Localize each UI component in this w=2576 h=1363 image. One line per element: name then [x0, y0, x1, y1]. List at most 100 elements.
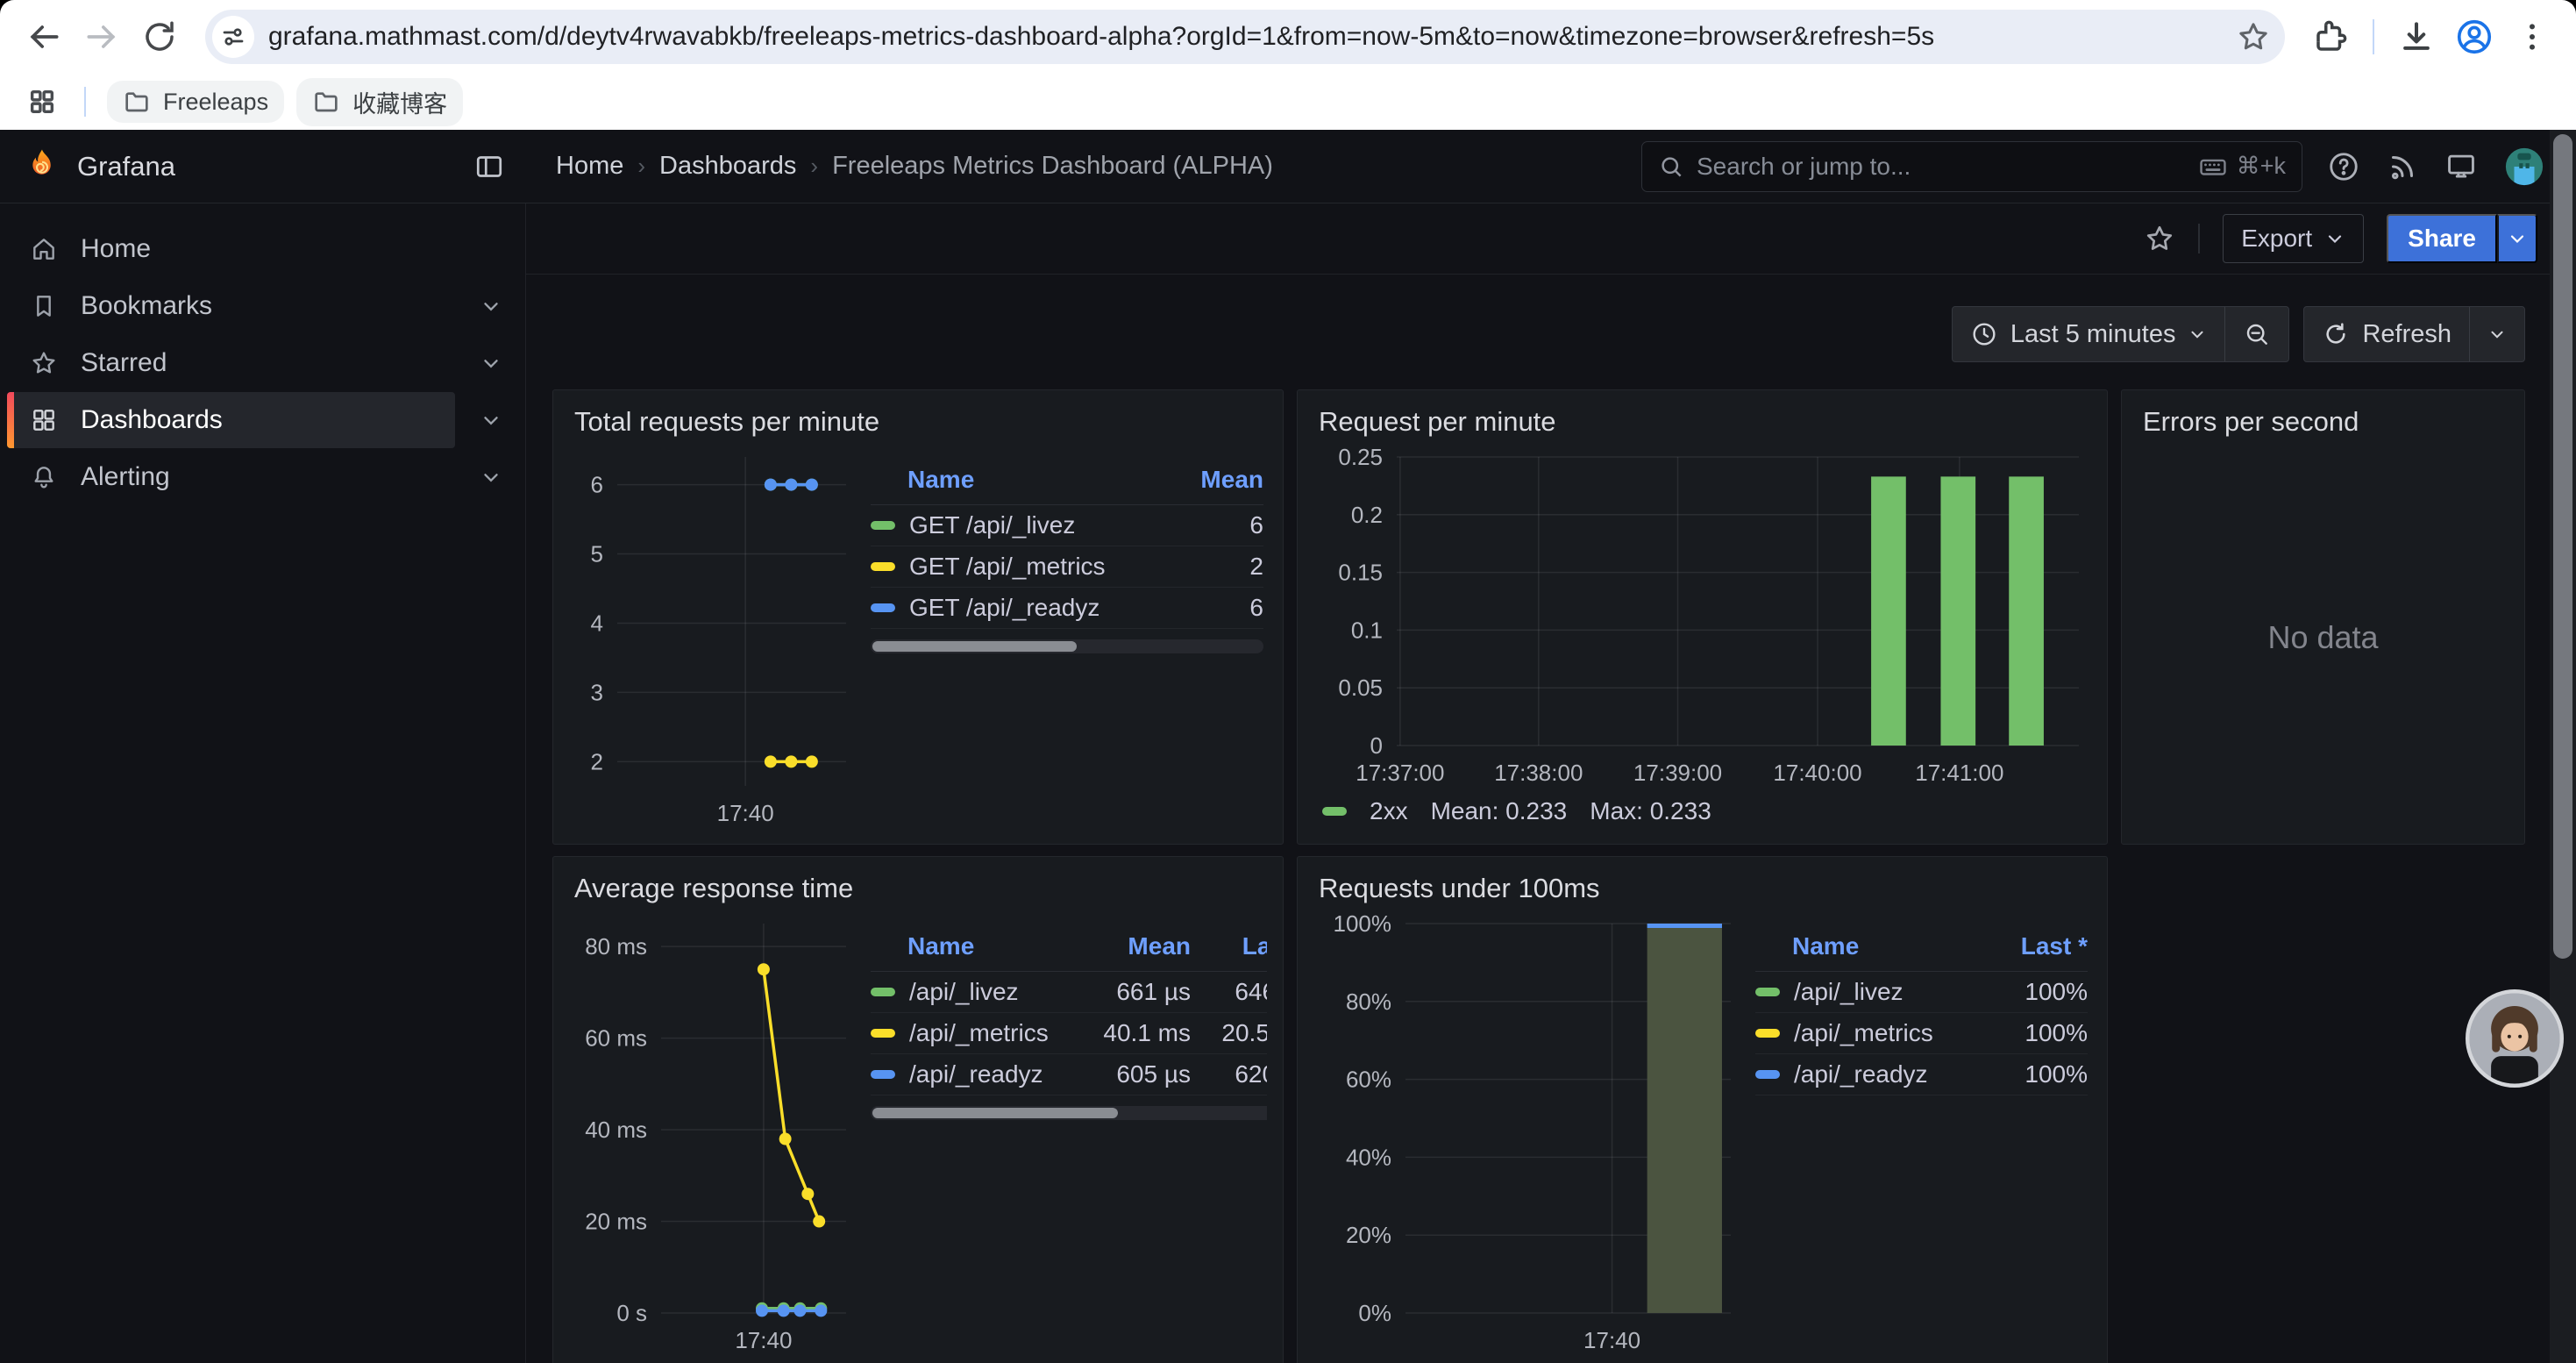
panel-errors-per-second[interactable]: Errors per second No data — [2121, 389, 2525, 845]
sidebar-item-bookmarks[interactable]: Bookmarks — [0, 278, 525, 334]
clock-icon — [1970, 320, 1998, 348]
breadcrumb-current: Freeleaps Metrics Dashboard (ALPHA) — [832, 152, 1273, 181]
apps-grid-icon[interactable] — [21, 81, 63, 123]
url-input[interactable] — [268, 22, 2236, 52]
legend-header-last[interactable]: Last * — [1991, 932, 2088, 960]
sidebar-item-starred[interactable]: Starred — [0, 335, 525, 391]
legend-row[interactable]: GET /api/_metrics 2 — [871, 546, 1263, 588]
time-range-picker[interactable]: Last 5 minutes — [1953, 307, 2225, 361]
legend-row[interactable]: GET /api/_readyz 6 — [871, 588, 1263, 629]
chevron-down-icon — [2487, 325, 2507, 344]
refresh-interval-button[interactable] — [2469, 307, 2524, 361]
sidebar-item-alerting[interactable]: Alerting — [0, 449, 525, 505]
keyboard-icon — [2198, 152, 2228, 182]
panel-title[interactable]: Total requests per minute — [574, 406, 1267, 438]
average-response-time-chart[interactable]: 80 ms60 ms40 ms20 ms0 s17:40 — [569, 910, 858, 1359]
browser-menu-icon[interactable] — [2508, 12, 2557, 61]
extensions-icon[interactable] — [2306, 12, 2355, 61]
legend-row[interactable]: /api/_readyz 100% — [1755, 1054, 2088, 1095]
legend-header-last[interactable]: Last * — [1191, 932, 1267, 960]
share-menu-button[interactable] — [2497, 214, 2537, 263]
news-rss-icon[interactable] — [2387, 151, 2418, 182]
legend-row[interactable]: /api/_livez 100% — [1755, 972, 2088, 1013]
legend-hscrollbar[interactable] — [871, 639, 1263, 653]
bookmark-folder-freeleaps[interactable]: Freeleaps — [107, 81, 284, 123]
profile-icon[interactable] — [2450, 12, 2499, 61]
panel-total-requests[interactable]: Total requests per minute 6543217:40 Nam… — [552, 389, 1284, 845]
legend-row[interactable]: /api/_livez 661 µs 646 µs — [871, 972, 1267, 1013]
dashboard-canvas: Last 5 minutes Refresh — [526, 275, 2576, 1363]
scrollbar-thumb[interactable] — [2553, 134, 2572, 959]
panel-title[interactable]: Average response time — [574, 873, 1267, 904]
bookmark-folder-blogs[interactable]: 收藏博客 — [296, 78, 463, 126]
legend-header-mean[interactable]: Mean — [1072, 932, 1191, 960]
chevron-down-icon[interactable] — [480, 295, 502, 318]
panel-requests-under-100ms[interactable]: Requests under 100ms 100%80%60%40%20%0%1… — [1297, 856, 2108, 1363]
total-requests-chart[interactable]: 6543217:40 — [569, 443, 858, 831]
search-input[interactable] — [1697, 153, 2186, 181]
series-color-pill[interactable] — [871, 603, 895, 612]
legend-header-name[interactable]: Name — [907, 932, 1072, 960]
favorite-star-icon[interactable] — [2144, 223, 2175, 254]
address-bar[interactable] — [205, 10, 2285, 64]
legend-row[interactable]: /api/_metrics 40.1 ms 20.5 ms — [871, 1013, 1267, 1054]
legend-header-name[interactable]: Name — [1792, 932, 1991, 960]
site-settings-icon[interactable] — [212, 16, 254, 58]
svg-text:3: 3 — [591, 679, 603, 705]
legend-header-mean[interactable]: Mean — [1183, 466, 1263, 494]
panel-average-response-time[interactable]: Average response time 80 ms60 ms40 ms20 … — [552, 856, 1284, 1363]
legend-line[interactable]: 2xx Mean: 0.233 Max: 0.233 — [1313, 791, 2091, 831]
svg-text:40 ms: 40 ms — [585, 1117, 647, 1143]
share-button[interactable]: Share — [2387, 214, 2497, 263]
legend-row[interactable]: /api/_readyz 605 µs 620 µs — [871, 1054, 1267, 1095]
legend-row[interactable]: /api/_metrics 100% — [1755, 1013, 2088, 1054]
breadcrumb-dashboards[interactable]: Dashboards — [659, 152, 796, 181]
panel-request-per-minute[interactable]: Request per minute 0.250.20.150.10.05017… — [1297, 389, 2108, 845]
sidebar-item-home[interactable]: Home — [0, 221, 525, 277]
svg-text:20 ms: 20 ms — [585, 1209, 647, 1235]
zoom-out-icon — [2243, 320, 2271, 348]
breadcrumb: Home › Dashboards › Freeleaps Metrics Da… — [556, 152, 1273, 181]
user-avatar[interactable] — [2504, 146, 2544, 187]
svg-text:17:38:00: 17:38:00 — [1494, 760, 1583, 786]
requests-under-100ms-chart[interactable]: 100%80%60%40%20%0%17:40 — [1313, 910, 1743, 1359]
search-box[interactable]: ⌘+k — [1641, 141, 2302, 192]
series-color-pill[interactable] — [1755, 1029, 1780, 1038]
page-scrollbar[interactable] — [2550, 130, 2576, 1363]
forward-icon[interactable] — [77, 12, 126, 61]
legend-hscrollbar[interactable] — [871, 1106, 1267, 1120]
panel-title[interactable]: Errors per second — [2143, 406, 2508, 438]
refresh-button[interactable]: Refresh — [2304, 307, 2469, 361]
legend-row[interactable]: GET /api/_livez 6 — [871, 505, 1263, 546]
export-button[interactable]: Export — [2223, 214, 2364, 263]
svg-text:0: 0 — [1370, 732, 1383, 759]
series-color-pill[interactable] — [871, 988, 895, 996]
series-color-pill[interactable] — [871, 1029, 895, 1038]
chevron-down-icon[interactable] — [480, 409, 502, 432]
svg-text:0.15: 0.15 — [1338, 560, 1383, 586]
downloads-icon[interactable] — [2392, 12, 2441, 61]
zoom-out-button[interactable] — [2224, 307, 2288, 361]
mega-menu-toggle-icon[interactable] — [473, 151, 505, 182]
reload-icon[interactable] — [135, 12, 184, 61]
series-color-pill[interactable] — [871, 562, 895, 571]
floating-avatar[interactable] — [2466, 989, 2564, 1088]
help-icon[interactable] — [2327, 150, 2360, 183]
svg-text:20%: 20% — [1346, 1222, 1391, 1248]
series-color-pill[interactable] — [871, 521, 895, 530]
breadcrumb-home[interactable]: Home — [556, 152, 623, 181]
series-color-pill[interactable] — [1755, 1070, 1780, 1079]
bookmark-star-icon[interactable] — [2236, 19, 2271, 54]
panel-title[interactable]: Request per minute — [1319, 406, 2091, 438]
chevron-down-icon[interactable] — [480, 352, 502, 375]
series-color-pill[interactable] — [871, 1070, 895, 1079]
legend-header-name[interactable]: Name — [907, 466, 1183, 494]
chevron-down-icon[interactable] — [480, 466, 502, 489]
actions-divider — [2198, 224, 2200, 253]
series-color-pill[interactable] — [1755, 988, 1780, 996]
sidebar-item-dashboards[interactable]: Dashboards — [0, 392, 525, 448]
back-icon[interactable] — [19, 12, 68, 61]
panel-title[interactable]: Requests under 100ms — [1319, 873, 2091, 904]
kiosk-monitor-icon[interactable] — [2444, 150, 2478, 183]
request-per-minute-chart[interactable]: 0.250.20.150.10.05017:37:0017:38:0017:39… — [1313, 443, 2091, 791]
